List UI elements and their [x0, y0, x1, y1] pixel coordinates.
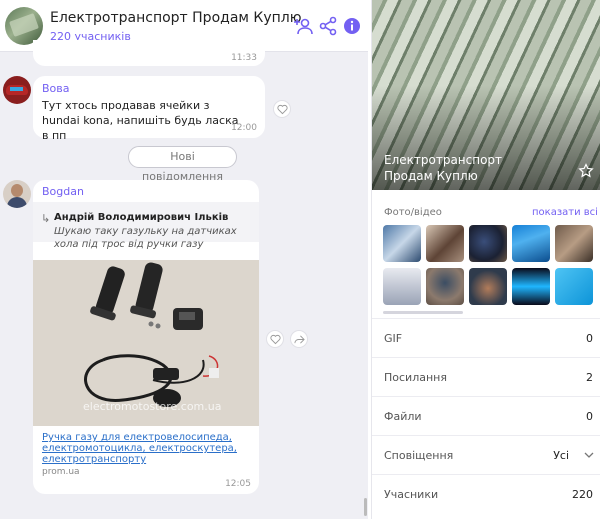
row-value: 0 [586, 410, 593, 423]
row-files[interactable]: Файли 0 [372, 396, 600, 434]
row-label: Учасники [384, 488, 439, 501]
row-value: 0 [586, 332, 593, 345]
row-label: Файли [384, 410, 422, 423]
forward-icon [294, 335, 305, 344]
media-thumbnail[interactable] [426, 268, 464, 305]
chat-info-panel: Електротранспорт Продам Куплю Фото/відео… [371, 0, 600, 519]
media-thumbnail[interactable] [512, 225, 550, 262]
message-text: Тут хтось продавав ячейки з hundai kona,… [42, 99, 239, 142]
chevron-down-icon[interactable] [584, 451, 594, 459]
media-thumbnail[interactable] [469, 268, 507, 305]
message-bubble: 11:33 [33, 40, 265, 66]
media-thumbnail[interactable] [555, 268, 593, 305]
chat-scrollbar[interactable] [364, 498, 367, 516]
notifications-select[interactable]: Усі [553, 449, 569, 462]
row-label: GIF [384, 332, 403, 345]
info-icon[interactable] [341, 15, 363, 37]
message-time: 11:33 [231, 53, 257, 63]
sender-name[interactable]: Bogdan [42, 185, 84, 198]
show-all-media-link[interactable]: показати всі [532, 207, 598, 218]
message-bubble-vova: Вова Тут хтось продавав ячейки з hundai … [33, 76, 265, 142]
forward-button[interactable] [290, 330, 308, 348]
like-button[interactable] [273, 100, 291, 118]
row-links[interactable]: Посилання 2 [372, 357, 600, 395]
media-thumbnail[interactable] [383, 268, 421, 305]
chat-panel: Електротранспорт Продам Куплю 220 учасни… [0, 0, 368, 519]
media-thumbnail[interactable] [469, 225, 507, 262]
product-photo[interactable]: electromotostore.com.ua [33, 260, 259, 426]
reply-text: Шукаю таку газульку на датчиках хола під… [54, 226, 237, 250]
heart-icon [270, 334, 281, 345]
row-members[interactable]: Учасники 220 [372, 474, 600, 519]
row-value: 2 [586, 371, 593, 384]
reply-author: Андрій Володимирович Ільків [54, 212, 229, 223]
heart-icon [277, 104, 288, 115]
message-time: 12:00 [231, 123, 257, 133]
row-label: Сповіщення [384, 449, 454, 462]
row-label: Посилання [384, 371, 447, 384]
star-icon[interactable] [578, 163, 594, 179]
add-member-icon[interactable] [293, 15, 315, 37]
quoted-reply[interactable]: ↳ Андрій Володимирович Ільків Шукаю таку… [33, 202, 259, 250]
chat-title[interactable]: Електротранспорт Продам Куплю [50, 10, 302, 26]
avatar-vova[interactable] [3, 76, 31, 104]
media-scrollbar[interactable] [383, 311, 463, 314]
info-title: Електротранспорт Продам Куплю [384, 153, 503, 183]
row-gif[interactable]: GIF 0 [372, 318, 600, 356]
row-value: 220 [572, 488, 593, 501]
media-thumbnail[interactable] [555, 225, 593, 262]
media-thumbnail[interactable] [383, 225, 421, 262]
avatar-bogdan[interactable] [3, 180, 31, 208]
share-icon[interactable] [317, 15, 339, 37]
reply-arrow-icon: ↳ [41, 212, 51, 225]
sender-name[interactable]: Вова [42, 82, 70, 95]
media-thumbnail[interactable] [512, 268, 550, 305]
photo-watermark: electromotostore.com.ua [83, 400, 222, 413]
link-preview-title[interactable]: Ручка газу для електровелосипеда, електр… [42, 432, 252, 465]
new-messages-divider: Нові повідомлення [128, 146, 237, 183]
row-notifications[interactable]: Сповіщення Усі [372, 435, 600, 473]
media-section-label: Фото/відео [384, 207, 442, 218]
like-button[interactable] [266, 330, 284, 348]
media-thumbnail[interactable] [426, 225, 464, 262]
message-time: 12:05 [225, 479, 251, 489]
link-preview-domain: prom.ua [42, 467, 80, 477]
message-bubble-bogdan: Bogdan ↳ Андрій Володимирович Ільків Шук… [33, 180, 259, 494]
